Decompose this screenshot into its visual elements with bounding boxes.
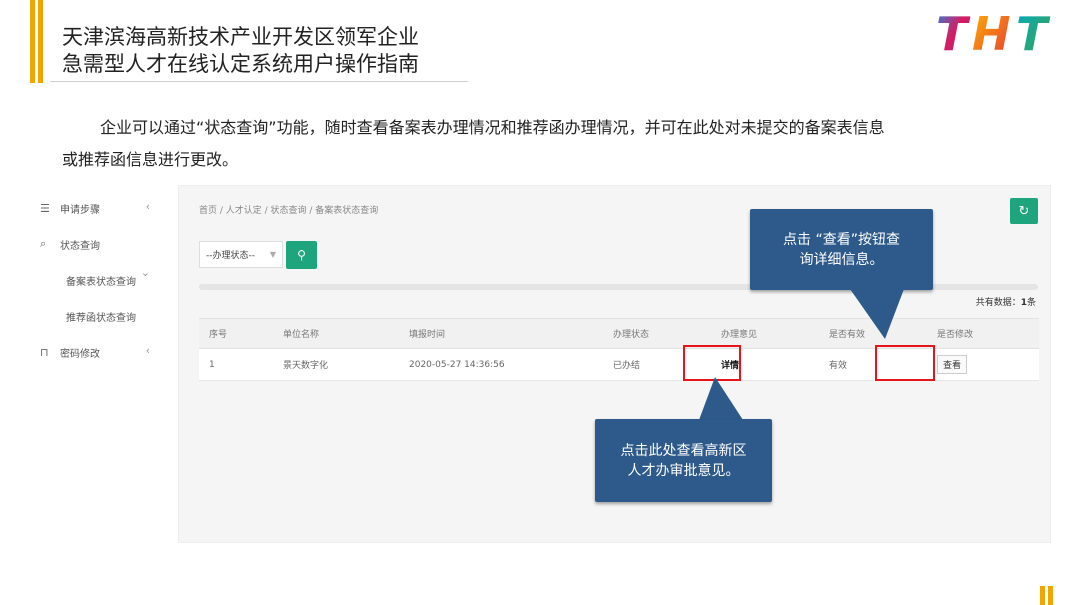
accent-bar-left [30, 0, 35, 83]
callout-view-line1: 点击 “查看”按钮查 [783, 231, 900, 248]
table-header-row: 序号 单位名称 填报时间 办理状态 办理意见 是否有效 是否修改 [199, 318, 1039, 349]
refresh-button[interactable]: ↻ [1010, 198, 1038, 224]
cell-submit-time: 2020-05-27 14:36:56 [399, 348, 603, 381]
title-divider [50, 81, 468, 82]
cell-company: 景天数字化 [273, 348, 399, 381]
status-select-value: --办理状态-- [206, 251, 255, 261]
chevron-left-icon: ‹ [145, 344, 150, 357]
highlight-opinion [683, 345, 741, 381]
tht-logo: T H T [936, 8, 1051, 58]
slide-title-line2: 急需型人才在线认定系统用户操作指南 [62, 52, 419, 76]
lock-icon: ⊓ [40, 345, 49, 359]
intro-line2: 或推荐函信息进行更改。 [62, 150, 239, 169]
callout-opinion-pointer [699, 377, 743, 420]
tht-logo-t2: T [1016, 8, 1051, 58]
intro-line1: 企业可以通过“状态查询”功能，随时查看备案表办理情况和推荐函办理情况，并可在此处… [100, 118, 885, 137]
slide-title: 天津滨海高新技术产业开发区领军企业 急需型人才在线认定系统用户操作指南 [62, 24, 419, 78]
sidebar-item-status-query[interactable]: ⌕ 状态查询 [40, 226, 170, 262]
cell-modify: 查看 [927, 348, 1039, 381]
callout-view-pointer-shape [850, 289, 904, 339]
apply-list-icon: ☰ [40, 201, 50, 215]
breadcrumb: 首页 / 人才认定 / 状态查询 / 备案表状态查询 [199, 206, 379, 216]
refresh-icon: ↻ [1018, 203, 1030, 219]
total-unit: 条 [1026, 298, 1036, 308]
total-count: 共有数据：1条 [976, 295, 1036, 308]
sidebar: ☰ 申请步骤 ‹ ⌕ 状态查询 备案表状态查询 ⌄ 推荐函状态查询 ⊓ 密码修改… [40, 190, 170, 370]
col-header-opinion: 办理意见 [711, 318, 819, 349]
status-select[interactable]: --办理状态-- ▼ [199, 241, 283, 268]
chevron-down-icon: ⌄ [140, 266, 150, 279]
search-icon: ⌕ [40, 237, 47, 250]
sidebar-item-password[interactable]: ⊓ 密码修改 ‹ [40, 334, 170, 370]
corner-mark-bar-right [1048, 586, 1053, 605]
sidebar-item-label: 状态查询 [60, 240, 100, 252]
accent-bar-right [38, 0, 43, 83]
tht-logo-h: H [972, 8, 1011, 58]
sidebar-item-apply-steps[interactable]: ☰ 申请步骤 ‹ [40, 190, 170, 226]
intro-paragraph: 企业可以通过“状态查询”功能，随时查看备案表办理情况和推荐函办理情况，并可在此处… [62, 112, 1022, 176]
sidebar-item-letter-status[interactable]: 推荐函状态查询 [40, 298, 170, 334]
highlight-valid [875, 345, 935, 381]
sidebar-item-label: 申请步骤 [60, 204, 100, 216]
col-header-company: 单位名称 [273, 318, 399, 349]
slide-title-line1: 天津滨海高新技术产业开发区领军企业 [62, 25, 419, 49]
col-header-index: 序号 [199, 318, 273, 349]
chevron-down-icon: ▼ [269, 250, 276, 259]
sidebar-item-record-status[interactable]: 备案表状态查询 ⌄ [40, 262, 170, 298]
sidebar-item-label: 备案表状态查询 [66, 276, 136, 288]
callout-view-pointer [850, 289, 904, 339]
col-header-status: 办理状态 [603, 318, 711, 349]
view-button[interactable]: 查看 [937, 355, 968, 374]
corner-mark [1040, 586, 1053, 605]
sidebar-item-label: 密码修改 [60, 348, 100, 360]
corner-mark-bar-left [1040, 586, 1045, 605]
sidebar-item-label: 推荐函状态查询 [66, 312, 136, 324]
callout-opinion-line1: 点击此处查看高新区 [620, 442, 747, 459]
cell-index: 1 [199, 348, 273, 381]
chevron-left-icon: ‹ [145, 200, 150, 213]
total-label: 共有数据： [975, 298, 1021, 308]
search-button[interactable]: ⚲ [286, 241, 317, 269]
tht-logo-t1: T [936, 8, 971, 58]
callout-view: 点击 “查看”按钮查 询详细信息。 [750, 209, 933, 290]
callout-opinion-pointer-shape [699, 377, 743, 420]
col-header-modify: 是否修改 [927, 318, 1039, 349]
search-icon: ⚲ [297, 248, 306, 262]
col-header-submit-time: 填报时间 [399, 318, 603, 349]
callout-opinion: 点击此处查看高新区 人才办审批意见。 [595, 419, 772, 502]
callout-opinion-line2: 人才办审批意见。 [627, 462, 740, 479]
callout-view-line2: 询详细信息。 [799, 251, 884, 268]
